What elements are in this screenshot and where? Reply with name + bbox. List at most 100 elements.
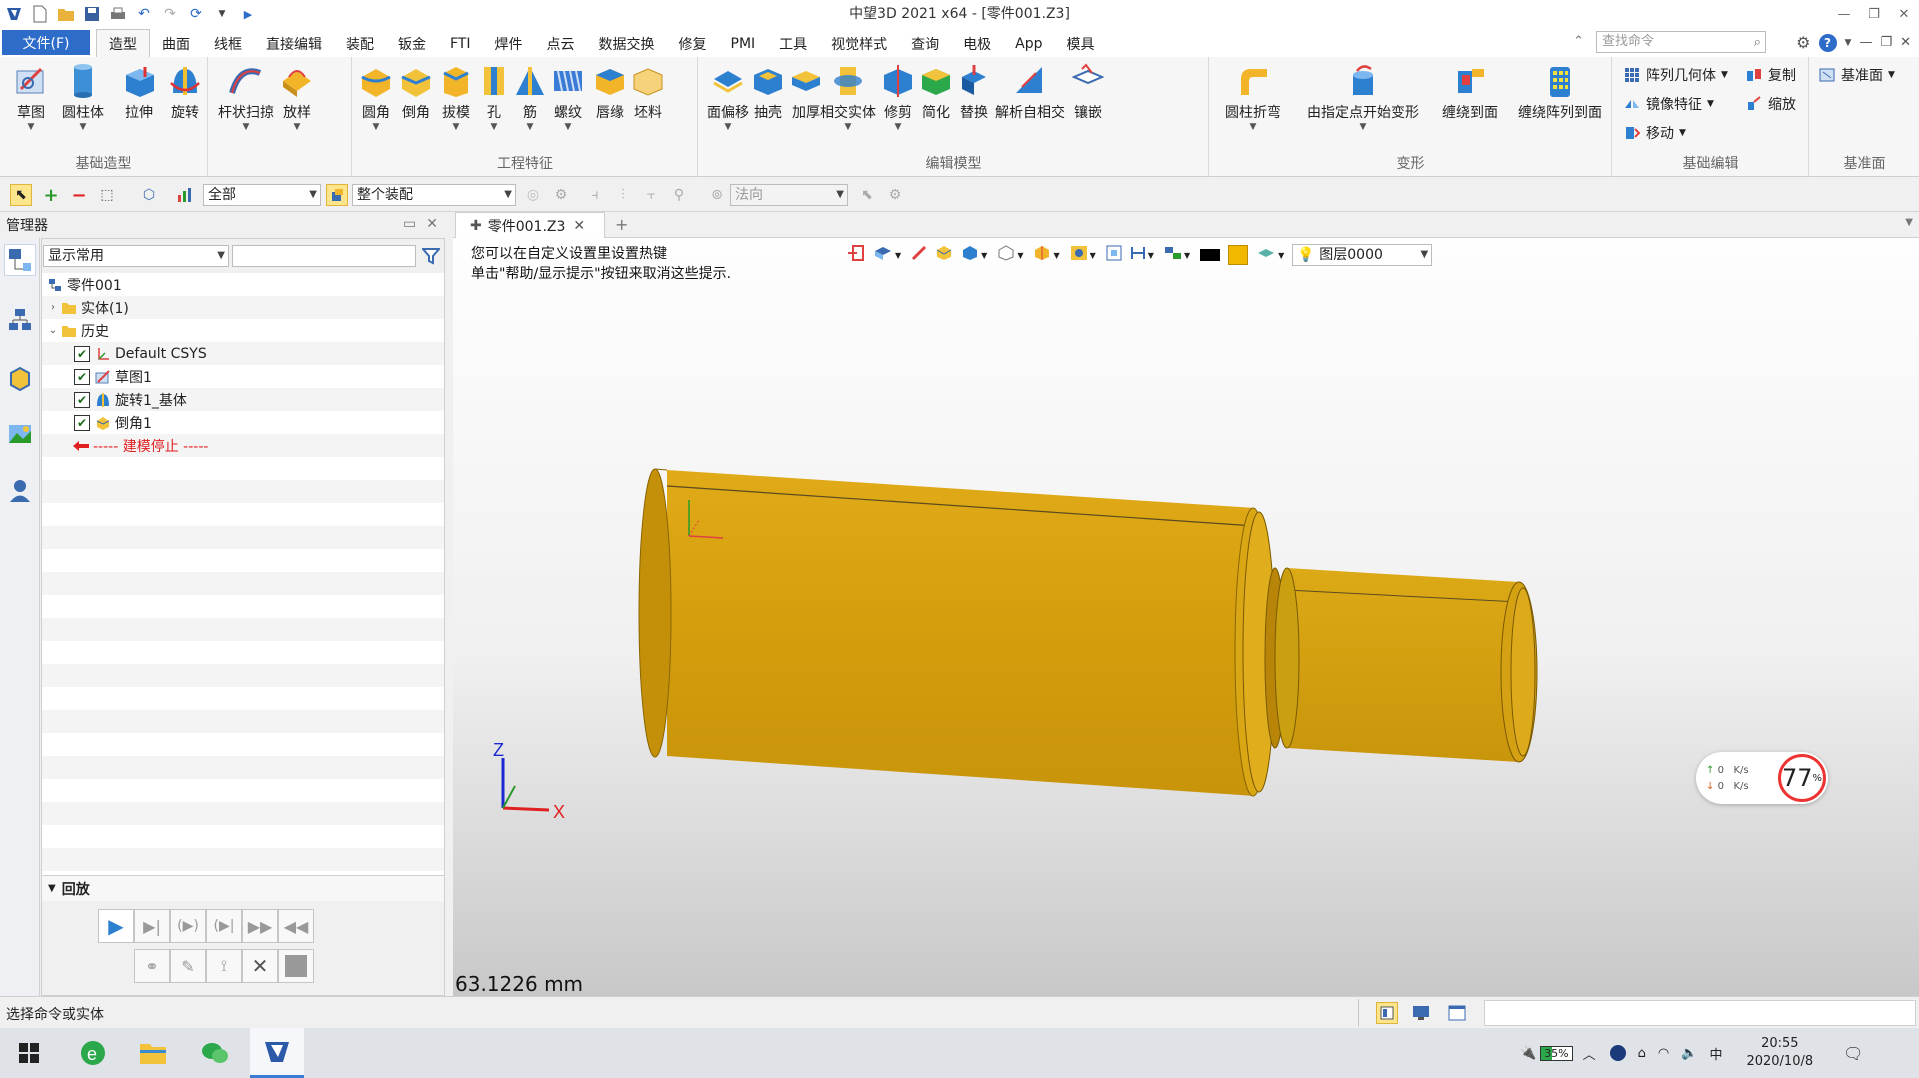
visibility-checkbox[interactable]: ✔ — [74, 368, 90, 385]
visibility-checkbox[interactable]: ✔ — [74, 391, 90, 408]
selection-filter-combo[interactable]: 全部 ▼ — [203, 184, 321, 206]
direction-icon[interactable]: ⊚ — [706, 184, 728, 206]
volume-icon[interactable]: 🔈 — [1681, 1046, 1697, 1061]
csys-edit-button[interactable]: ⟟ — [206, 949, 242, 983]
direction-combo[interactable]: 法向 ▼ — [730, 184, 848, 206]
playback-header[interactable]: ▼ 回放 — [42, 875, 444, 901]
collapse-ribbon-icon[interactable]: ⌃ — [1573, 34, 1584, 49]
ribbon-tab-1[interactable]: 曲面 — [150, 30, 202, 57]
small-cylinder[interactable] — [1274, 567, 1538, 763]
select-pointer-icon[interactable]: ⬉ — [10, 184, 32, 206]
move-button[interactable]: 移动 ▼ — [1623, 123, 1686, 143]
redo-icon[interactable]: ↷ — [160, 4, 180, 24]
tree-item-chamfer1[interactable]: ✔ 倒角1 — [42, 411, 444, 434]
dropdown-arrow-icon[interactable]: ▼ — [565, 122, 572, 132]
dropdown-arrow-icon[interactable]: ▼ — [373, 122, 380, 132]
large-cylinder[interactable] — [638, 468, 1276, 797]
clock[interactable]: 20:55 2020/10/8 — [1746, 1035, 1813, 1071]
step-forward-button[interactable]: ▶| — [134, 909, 170, 943]
cylinder-bend-button[interactable]: 圆柱折弯 ▼ — [1220, 61, 1286, 132]
add-selection-icon[interactable]: + — [40, 184, 62, 206]
dropdown-arrow-icon[interactable]: ▼ — [1888, 70, 1895, 80]
scale-button[interactable]: 缩放 — [1745, 94, 1796, 114]
command-input-field[interactable] — [1484, 1000, 1916, 1026]
ribbon-tab-17[interactable]: 模具 — [1055, 30, 1107, 57]
new-tab-icon[interactable]: + — [615, 215, 628, 234]
status-layout-icon[interactable] — [1376, 1002, 1398, 1024]
refresh-icon[interactable]: ⟳ — [186, 4, 206, 24]
tree-history[interactable]: ⌄ 历史 — [42, 319, 444, 342]
pick-settings-icon[interactable]: ⚙ — [884, 184, 906, 206]
ribbon-button-stock[interactable]: 坯料 — [625, 61, 671, 122]
wechat-icon[interactable] — [188, 1028, 242, 1078]
network-icon[interactable]: ⌂ — [1638, 1046, 1646, 1061]
dropdown-arrow-icon[interactable]: ▼ — [453, 122, 460, 132]
ribbon-tab-11[interactable]: PMI — [719, 30, 768, 57]
help-dropdown-icon[interactable]: ▼ — [1845, 38, 1852, 48]
dropdown-arrow-icon[interactable]: ▼ — [845, 122, 852, 132]
ribbon-button-thread[interactable]: 螺纹 ▼ — [545, 61, 591, 132]
ribbon-button-selfint[interactable]: 解析自相交 — [995, 61, 1065, 122]
sketch-button[interactable]: 草图 ▼ — [8, 61, 54, 132]
app-tray-icon[interactable] — [1609, 1045, 1626, 1061]
ribbon-tab-8[interactable]: 点云 — [535, 30, 587, 57]
ribbon-tab-10[interactable]: 修复 — [667, 30, 719, 57]
tree-search-input[interactable] — [232, 245, 416, 267]
align-right-icon[interactable]: ⫟ — [640, 184, 662, 206]
collapse-chevron-icon[interactable]: ⌄ — [46, 325, 60, 336]
tree-item-revolve1[interactable]: ✔ 旋转1_基体 — [42, 388, 444, 411]
dropdown-arrow-icon[interactable]: ▼ — [1707, 99, 1714, 109]
filter-bars-icon[interactable] — [174, 184, 196, 206]
polygon-select-icon[interactable]: ⬡ — [138, 184, 160, 206]
wrap-to-face-button[interactable]: 缠绕到面 — [1432, 61, 1508, 122]
browser-icon[interactable]: e — [66, 1028, 120, 1078]
doc-restore-icon[interactable]: ❐ — [1880, 35, 1892, 50]
dropdown-arrow-icon[interactable]: ▼ — [28, 122, 35, 132]
revolve-button[interactable]: 旋转 — [162, 61, 208, 122]
pin-panel-icon[interactable]: ▭ — [403, 216, 416, 232]
doc-close-icon[interactable]: ✕ — [1900, 35, 1911, 50]
tree-solids[interactable]: › 实体(1) — [42, 296, 444, 319]
3d-model-canvas[interactable]: Z X — [453, 238, 1919, 996]
network-speed-widget[interactable]: ↑ 0 K/s ↓ 0 K/s 77% — [1696, 752, 1828, 804]
ribbon-button-replace[interactable]: 替换 — [951, 61, 997, 122]
visual-manager-tab-icon[interactable] — [4, 418, 36, 450]
link-button[interactable]: ⚭ — [134, 949, 170, 983]
dropdown-arrow-icon[interactable]: ▼ — [491, 122, 498, 132]
minimize-icon[interactable]: — — [1829, 0, 1859, 28]
status-display-icon[interactable] — [1412, 1005, 1430, 1025]
mirror-feature-button[interactable]: 镜像特征 ▼ — [1623, 94, 1714, 114]
align-left-icon[interactable]: ⫞ — [584, 184, 606, 206]
save-icon[interactable] — [82, 4, 102, 24]
ribbon-button-intersect[interactable]: 相交实体 ▼ — [820, 61, 876, 132]
dropdown-arrow-icon[interactable]: ▼ — [895, 122, 902, 132]
wrap-pattern-to-face-button[interactable]: 缠绕阵列到面 — [1510, 61, 1610, 122]
ribbon-tab-5[interactable]: 钣金 — [386, 30, 438, 57]
close-panel-icon[interactable]: ✕ — [426, 216, 438, 232]
settings-gear-icon[interactable]: ⚙ — [1796, 33, 1810, 52]
ribbon-tab-14[interactable]: 查询 — [899, 30, 951, 57]
ribbon-tab-2[interactable]: 线框 — [202, 30, 254, 57]
extrude-button[interactable]: 拉伸 — [116, 61, 162, 122]
undo-icon[interactable]: ↶ — [134, 4, 154, 24]
close-tab-icon[interactable]: ✕ — [573, 218, 585, 234]
pattern-geometry-button[interactable]: 阵列几何体 ▼ — [1623, 65, 1728, 85]
dropdown-arrow-icon[interactable]: ▼ — [527, 122, 534, 132]
dropdown-arrow-icon[interactable]: ▼ — [80, 122, 87, 132]
deform-from-point-button[interactable]: 由指定点开始变形 ▼ — [1298, 61, 1428, 132]
display-filter-combo[interactable]: 显示常用 ▼ — [43, 245, 229, 267]
document-tab[interactable]: ✚ 零件001.Z3 ✕ — [455, 212, 605, 238]
3d-viewport[interactable]: 您可以在自定义设置里设置热键 单击"帮助/显示提示"按钮来取消这些提示. ▼ ▼… — [453, 238, 1919, 996]
new-file-icon[interactable] — [30, 4, 50, 24]
edit-button[interactable]: ✎ — [170, 949, 206, 983]
tray-overflow-icon[interactable]: ︿ — [1583, 1044, 1596, 1063]
ribbon-tab-12[interactable]: 工具 — [767, 30, 819, 57]
ribbon-tab-4[interactable]: 装配 — [334, 30, 386, 57]
notification-icon[interactable]: 🗨 — [1843, 1044, 1863, 1063]
play-icon[interactable]: ▶ — [238, 4, 258, 24]
dropdown-arrow-icon[interactable]: ▼ — [212, 4, 232, 24]
help-icon[interactable]: ? — [1818, 33, 1837, 52]
tree-root[interactable]: 零件001 — [42, 273, 444, 296]
copy-button[interactable]: 复制 — [1745, 65, 1796, 85]
visibility-checkbox[interactable]: ✔ — [74, 414, 90, 431]
